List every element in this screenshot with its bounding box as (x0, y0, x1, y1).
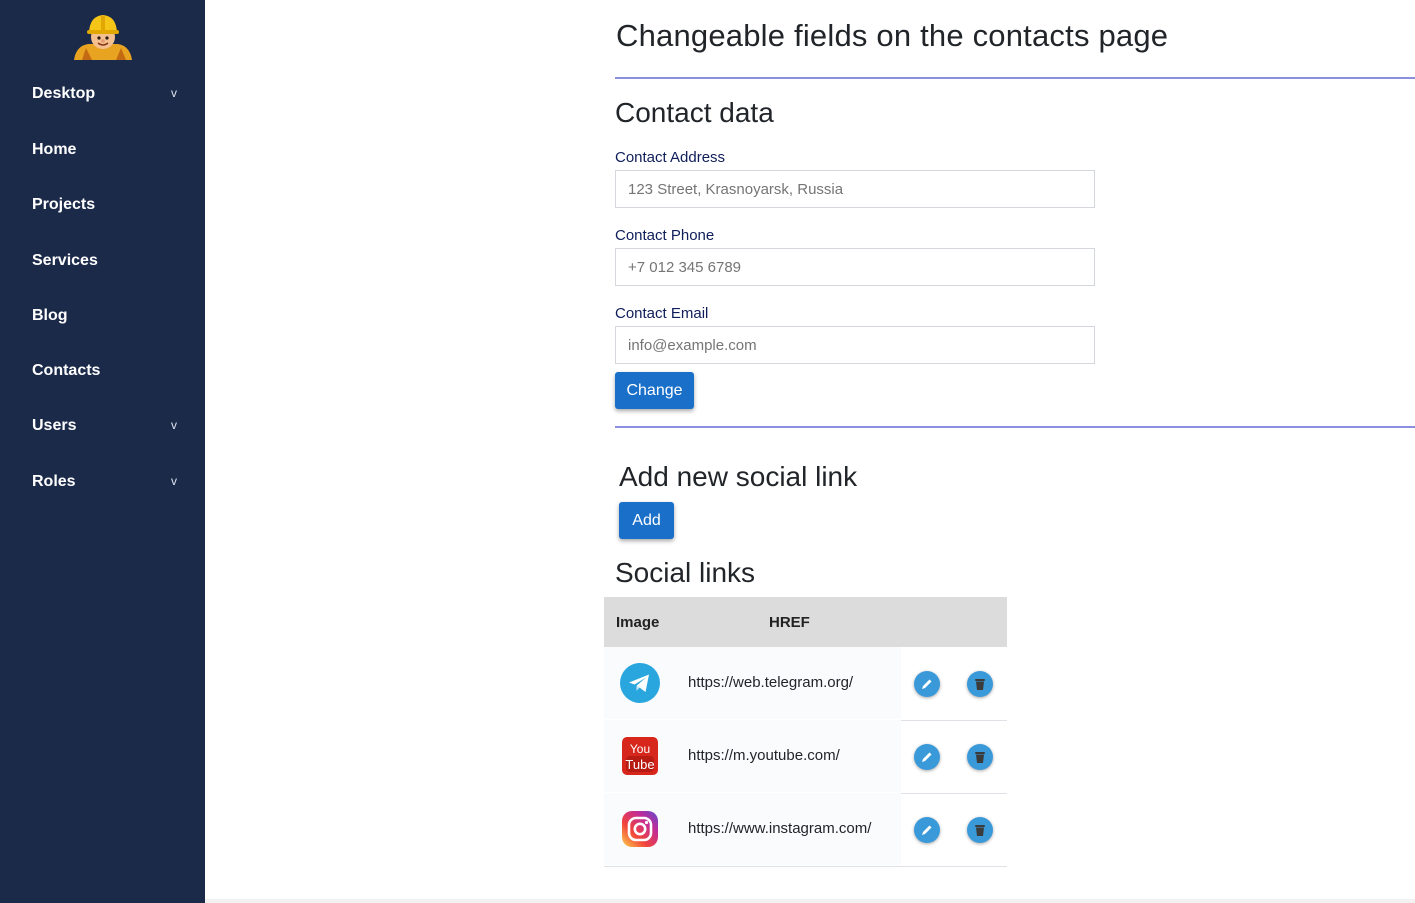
sidebar-item-label: Blog (32, 307, 68, 324)
social-link-href: https://web.telegram.org/ (688, 674, 854, 691)
svg-text:You: You (630, 742, 650, 756)
column-header-image: Image (616, 614, 660, 631)
instagram-icon (622, 811, 658, 847)
sidebar-item-label: Contacts (32, 362, 101, 379)
sidebar-item-roles[interactable]: Roles v (0, 458, 205, 508)
telegram-icon (620, 663, 660, 703)
column-header-href: HREF (769, 614, 810, 631)
add-social-link-heading: Add new social link (619, 461, 858, 492)
sidebar-item-label: Projects (32, 196, 96, 213)
sidebar-item-desktop[interactable]: Desktop v (0, 70, 205, 120)
social-links-heading: Social links (615, 557, 756, 588)
sidebar-item-label: Services (32, 252, 98, 269)
sidebar-item-users[interactable]: Users v (0, 402, 205, 452)
sidebar-item-label: Desktop (32, 85, 96, 102)
contact-phone-label: Contact Phone (615, 227, 715, 244)
trash-icon (975, 752, 985, 763)
contact-address-label: Contact Address (615, 149, 726, 166)
add-social-link-button[interactable]: Add (619, 502, 674, 539)
edit-button[interactable] (914, 817, 940, 843)
delete-button[interactable] (967, 817, 993, 843)
svg-text:Tube: Tube (625, 757, 654, 772)
contact-phone-input[interactable] (615, 248, 1095, 286)
table-row: https://web.telegram.org/ (604, 647, 1007, 721)
contact-email-label: Contact Email (615, 305, 709, 322)
change-button[interactable]: Change (615, 372, 694, 409)
social-link-href: https://m.youtube.com/ (688, 747, 840, 764)
trash-icon (975, 679, 985, 690)
table-header: Image HREF (604, 597, 1007, 647)
table-row: https://www.instagram.com/ (604, 793, 1007, 867)
sidebar-item-projects[interactable]: Projects (0, 181, 205, 231)
sidebar-item-services[interactable]: Services (0, 237, 205, 287)
contact-data-heading: Contact data (615, 97, 774, 128)
contact-email-input[interactable] (615, 326, 1095, 364)
sidebar: Desktop v Home Projects Services Blog Co… (0, 0, 205, 903)
builder-mascot-logo (74, 15, 132, 60)
sidebar-item-blog[interactable]: Blog (0, 292, 205, 342)
page-bottom-edge (205, 899, 1415, 903)
divider (615, 77, 1415, 79)
sidebar-item-label: Users (32, 417, 77, 434)
chevron-down-icon: v (171, 474, 177, 488)
social-link-href: https://www.instagram.com/ (688, 820, 872, 837)
divider (615, 426, 1415, 428)
table-row: You Tube https://m.youtube.com/ (604, 720, 1007, 794)
youtube-icon: You Tube (622, 737, 658, 775)
pencil-icon (922, 679, 932, 689)
pencil-icon (922, 752, 932, 762)
contact-address-input[interactable] (615, 170, 1095, 208)
sidebar-item-contacts[interactable]: Contacts (0, 347, 205, 397)
edit-button[interactable] (914, 671, 940, 697)
sidebar-item-label: Home (32, 141, 77, 158)
pencil-icon (922, 825, 932, 835)
sidebar-item-label: Roles (32, 473, 76, 490)
delete-button[interactable] (967, 744, 993, 770)
sidebar-item-home[interactable]: Home (0, 126, 205, 176)
chevron-down-icon: v (171, 86, 177, 100)
page-title: Changeable fields on the contacts page (616, 18, 1169, 53)
edit-button[interactable] (914, 744, 940, 770)
trash-icon (975, 825, 985, 836)
delete-button[interactable] (967, 671, 993, 697)
chevron-down-icon: v (171, 418, 177, 432)
